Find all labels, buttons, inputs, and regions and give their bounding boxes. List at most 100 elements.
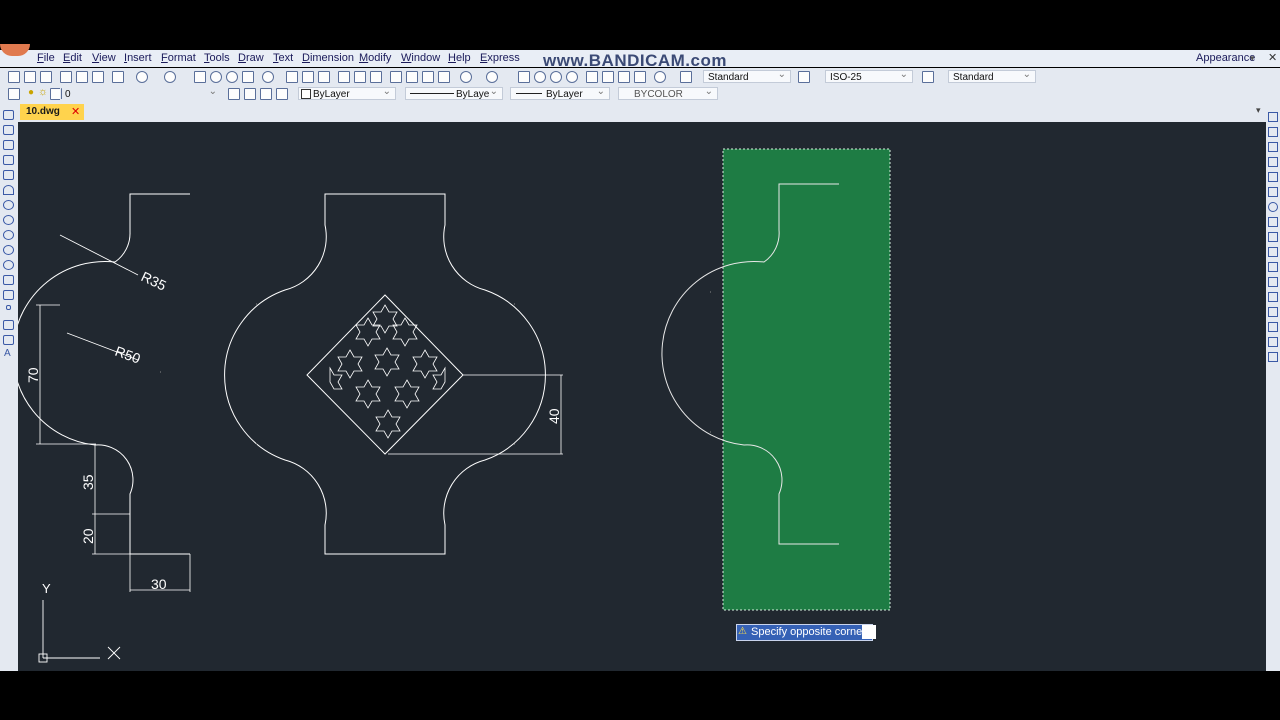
new-icon-2[interactable] xyxy=(286,71,298,83)
dim-35-label[interactable]: 35 xyxy=(80,474,96,490)
menu-draw[interactable]: Draw xyxy=(238,52,264,64)
save-icon[interactable] xyxy=(40,71,52,83)
dim-r50-label[interactable]: R50 xyxy=(113,343,143,367)
rotate-icon[interactable] xyxy=(1268,202,1278,212)
menu-edit[interactable]: Edit xyxy=(63,52,82,64)
menu-express[interactable]: Express xyxy=(480,52,520,64)
close-icon[interactable]: ✕ xyxy=(1268,51,1277,64)
menu-text[interactable]: Text xyxy=(273,52,293,64)
design-center-icon[interactable] xyxy=(618,71,630,83)
redo-icon-2[interactable] xyxy=(486,71,498,83)
lightbulb-icon[interactable]: ● xyxy=(28,87,34,98)
mirror-icon[interactable] xyxy=(1268,142,1278,152)
zoom-realtime-icon[interactable] xyxy=(534,71,546,83)
properties-panel-icon[interactable] xyxy=(1268,352,1278,362)
zoom-icon[interactable] xyxy=(210,71,222,83)
revision-cloud-icon[interactable] xyxy=(3,215,14,225)
properties-icon[interactable] xyxy=(242,71,254,83)
print-icon[interactable] xyxy=(60,71,72,83)
redo-icon[interactable] xyxy=(164,71,176,83)
layer-previous-icon[interactable] xyxy=(244,88,256,100)
new-icon[interactable] xyxy=(8,71,20,83)
profile-left[interactable] xyxy=(12,193,190,555)
properties-icon-2[interactable] xyxy=(602,71,614,83)
tab-list-icon[interactable]: ▾ xyxy=(1256,105,1261,116)
menu-dimension[interactable]: Dimension xyxy=(302,52,354,64)
text-style-select[interactable]: Standard xyxy=(703,68,791,83)
trim-icon[interactable] xyxy=(1268,247,1278,257)
circle-icon[interactable] xyxy=(3,200,14,210)
help-icon[interactable] xyxy=(262,71,274,83)
layer-iso-icon[interactable] xyxy=(276,88,288,100)
explode-icon[interactable] xyxy=(1268,337,1278,347)
insert-block-icon[interactable] xyxy=(3,275,14,285)
fillet-icon[interactable] xyxy=(1268,322,1278,332)
plotstyle-select[interactable]: BYCOLOR xyxy=(618,85,718,100)
preview-icon[interactable] xyxy=(76,71,88,83)
offset-icon[interactable] xyxy=(1268,157,1278,167)
text-style-icon[interactable] xyxy=(680,71,692,83)
zoom-window-icon[interactable] xyxy=(226,71,238,83)
ellipse-arc-icon[interactable] xyxy=(3,260,14,270)
help-icon-2[interactable] xyxy=(654,71,666,83)
hatch-icon[interactable] xyxy=(3,320,14,330)
menu-help[interactable]: Help xyxy=(448,52,471,64)
array-icon[interactable] xyxy=(1268,172,1278,182)
publish-icon-2[interactable] xyxy=(370,71,382,83)
region-icon[interactable] xyxy=(3,335,14,345)
construction-line-icon[interactable] xyxy=(3,125,14,135)
ellipse-icon[interactable] xyxy=(3,245,14,255)
sun-icon[interactable]: ☼ xyxy=(38,86,48,98)
extend-icon[interactable] xyxy=(1268,262,1278,272)
dim-20-label[interactable]: 20 xyxy=(80,528,96,544)
menu-insert[interactable]: Insert xyxy=(124,52,152,64)
table-style-icon[interactable] xyxy=(922,71,934,83)
scale-icon[interactable] xyxy=(1268,217,1278,227)
mtext-icon[interactable]: A xyxy=(4,348,11,359)
tool-palettes-icon[interactable] xyxy=(634,71,646,83)
polygon-icon[interactable] xyxy=(3,155,14,165)
make-current-icon[interactable] xyxy=(228,88,240,100)
match-properties-icon-2[interactable] xyxy=(438,71,450,83)
dim-70-label[interactable]: 70 xyxy=(25,367,41,383)
arc-icon[interactable] xyxy=(3,185,14,195)
undo-icon[interactable] xyxy=(136,71,148,83)
dynamic-input-field[interactable] xyxy=(862,625,876,639)
drawing-canvas[interactable]: R35 R50 70 35 20 30 40 Y xyxy=(12,122,1266,671)
make-block-icon[interactable] xyxy=(3,290,14,300)
undo-icon-2[interactable] xyxy=(460,71,472,83)
join-icon[interactable] xyxy=(1268,292,1278,302)
stretch-icon[interactable] xyxy=(1268,232,1278,242)
zoom-previous-icon[interactable] xyxy=(566,71,578,83)
print-icon-2[interactable] xyxy=(338,71,350,83)
color-select[interactable]: ByLayer xyxy=(298,85,396,100)
named-views-icon[interactable] xyxy=(586,71,598,83)
menu-view[interactable]: View xyxy=(92,52,116,64)
polyline-icon[interactable] xyxy=(3,140,14,150)
menu-modify[interactable]: Modify xyxy=(359,52,391,64)
erase-icon[interactable] xyxy=(1268,112,1278,122)
copy-object-icon[interactable] xyxy=(1268,127,1278,137)
appearance-menu[interactable]: Appearance xyxy=(1196,52,1255,64)
line-icon[interactable] xyxy=(3,110,14,120)
match-properties-icon[interactable] xyxy=(112,71,124,83)
move-icon[interactable] xyxy=(1268,187,1278,197)
open-icon[interactable] xyxy=(24,71,36,83)
chamfer-icon[interactable] xyxy=(1268,307,1278,317)
preview-icon-2[interactable] xyxy=(354,71,366,83)
layer-manager-icon[interactable] xyxy=(8,88,20,100)
spline-icon[interactable] xyxy=(3,230,14,240)
copy-icon[interactable] xyxy=(406,71,418,83)
pan-icon[interactable] xyxy=(194,71,206,83)
dim-30-label[interactable]: 30 xyxy=(151,576,167,592)
break-icon[interactable] xyxy=(1268,277,1278,287)
star-hatch[interactable] xyxy=(329,304,446,439)
layer-select[interactable]: 0 xyxy=(60,85,222,100)
zoom-window-icon-2[interactable] xyxy=(550,71,562,83)
rectangle-icon[interactable] xyxy=(3,170,14,180)
tab-close-icon[interactable]: ✕ xyxy=(71,105,80,118)
dim-style-select[interactable]: ISO-25 xyxy=(825,68,913,83)
open-icon-2[interactable] xyxy=(302,71,314,83)
dim-r35-label[interactable]: R35 xyxy=(139,268,169,293)
table-style-select[interactable]: Standard xyxy=(948,68,1036,83)
